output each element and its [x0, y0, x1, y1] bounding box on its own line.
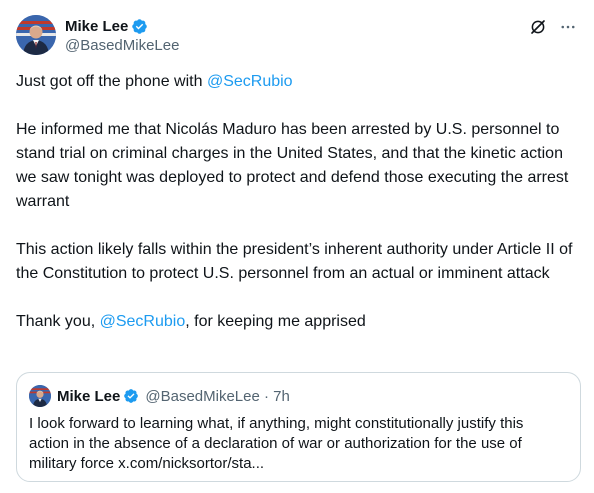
quote-handle-time: @BasedMikeLee · 7h — [145, 387, 290, 405]
tweet-paragraph: He informed me that Nicolás Maduro has b… — [16, 118, 576, 214]
name-row: Mike Lee — [65, 16, 179, 36]
quoted-tweet[interactable]: Mike Lee @BasedMikeLee · 7h I look forwa… — [16, 372, 581, 482]
avatar-image — [16, 15, 56, 55]
grok-icon[interactable] — [528, 17, 548, 37]
quote-header: Mike Lee @BasedMikeLee · 7h — [29, 385, 290, 407]
author-names: Mike Lee @BasedMikeLee — [65, 16, 179, 55]
tweet-paragraph: Thank you, @SecRubio, for keeping me app… — [16, 310, 576, 334]
tweet-paragraph: This action likely falls within the pres… — [16, 238, 576, 286]
author-handle[interactable]: @BasedMikeLee — [65, 37, 179, 54]
author-display-name[interactable]: Mike Lee — [65, 18, 128, 35]
tweet-body: Just got off the phone with @SecRubio He… — [16, 70, 576, 358]
paragraph-text: , for keeping me apprised — [185, 313, 366, 330]
quote-author-avatar — [29, 385, 51, 407]
paragraph-text: This action likely falls within the pres… — [16, 241, 573, 282]
quote-author-name: Mike Lee — [57, 387, 121, 405]
top-actions — [528, 17, 578, 37]
mention-link[interactable]: @SecRubio — [207, 73, 293, 90]
more-icon[interactable] — [558, 17, 578, 37]
paragraph-text: He informed me that Nicolás Maduro has b… — [16, 121, 569, 210]
quote-text: I look forward to learning what, if anyt… — [29, 415, 524, 472]
verified-badge-icon — [131, 18, 148, 35]
tweet-paragraph: Just got off the phone with @SecRubio — [16, 70, 576, 94]
paragraph-text: Just got off the phone with — [16, 73, 207, 90]
verified-badge-icon — [123, 388, 139, 404]
mention-link[interactable]: @SecRubio — [100, 313, 186, 330]
author-avatar[interactable] — [16, 15, 56, 55]
paragraph-text: Thank you, — [16, 313, 100, 330]
tweet-header: Mike Lee @BasedMikeLee — [16, 15, 578, 59]
tweet-card: Mike Lee @BasedMikeLee Just got off the … — [0, 0, 594, 493]
